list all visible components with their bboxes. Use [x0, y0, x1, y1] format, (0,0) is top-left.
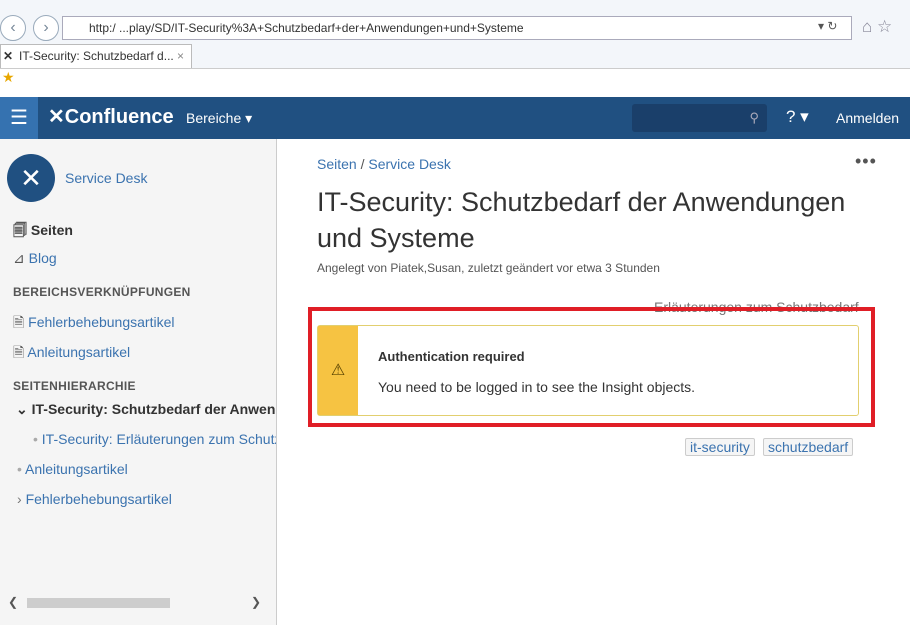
bullet-icon: •: [17, 461, 22, 477]
tree-heading: SEITENHIERARCHIE: [13, 379, 136, 393]
refresh-icon[interactable]: ▾ ↻: [818, 19, 837, 33]
tree-item[interactable]: • Anleitungsartikel: [17, 461, 128, 477]
tree-item-label: IT-Security: Schutzbedarf der Anwendunge…: [31, 401, 276, 417]
troubleshooting-icon: 🗎: [13, 314, 25, 330]
forward-button[interactable]: ›: [33, 15, 59, 41]
warning-icon: ⚠: [318, 326, 358, 415]
breadcrumb: Seiten / Service Desk: [317, 156, 451, 172]
tab-title: IT-Security: Schutzbedarf d...: [19, 49, 174, 63]
browser-chrome: ‹ › http:/ ...play/SD/IT-Security%3A+Sch…: [0, 0, 910, 97]
sidebar-item-blog[interactable]: ⊿ Blog: [13, 250, 57, 267]
search-icon: ⚲: [749, 110, 759, 125]
horizontal-scrollbar[interactable]: ❮ ❯: [5, 595, 265, 610]
main-content: Seiten / Service Desk ••• IT-Security: S…: [277, 139, 910, 625]
sidebar-item-label: Seiten: [30, 222, 73, 238]
howto-icon: 🗎: [13, 344, 25, 360]
sidebar: ✕ Service Desk 🗐 Seiten ⊿ Blog BEREICHSV…: [0, 139, 277, 625]
chevron-right-icon: ›: [17, 491, 22, 507]
more-actions-icon[interactable]: •••: [855, 151, 877, 172]
menu-icon[interactable]: ☰: [0, 97, 38, 139]
pages-icon: 🗐: [13, 222, 27, 238]
tab-close-icon[interactable]: ×: [177, 45, 184, 67]
sidebar-item-pages[interactable]: 🗐 Seiten: [13, 220, 73, 244]
tree-item-label: Anleitungsartikel: [25, 461, 128, 477]
breadcrumb-item[interactable]: Service Desk: [368, 156, 450, 172]
favorites-star-icon[interactable]: ★: [0, 69, 15, 85]
tree-item[interactable]: • IT-Security: Erläuterungen zum Schutzb…: [33, 431, 276, 447]
top-navigation: ☰ ✕Confluence Bereiche ▾ ⚲ ? ▾ Anmelden: [0, 97, 910, 139]
logo-icon: ✕: [48, 106, 65, 128]
label-tag[interactable]: schutzbedarf: [763, 438, 854, 456]
chevron-down-icon: ⌄: [16, 401, 28, 417]
confluence-favicon-icon: ✕: [3, 49, 14, 63]
message-title: Authentication required: [378, 349, 525, 364]
logo-text: Confluence: [64, 106, 174, 128]
favorites-bar: ★: [0, 68, 910, 97]
sidebar-link[interactable]: 🗎 Anleitungsartikel: [13, 342, 130, 366]
space-avatar[interactable]: ✕: [7, 154, 55, 202]
label-tag[interactable]: it-security: [685, 438, 755, 456]
home-icon[interactable]: ⌂ ☆: [862, 17, 892, 37]
back-button[interactable]: ‹: [0, 15, 26, 41]
message-text: You need to be logged in to see the Insi…: [378, 379, 696, 395]
page-metadata: Angelegt von Piatek,Susan, zuletzt geänd…: [317, 261, 660, 275]
spaces-menu[interactable]: Bereiche ▾: [186, 110, 252, 127]
help-menu[interactable]: ? ▾: [786, 107, 809, 127]
scroll-left-icon[interactable]: ❮: [8, 595, 18, 609]
link-label: Anleitungsartikel: [27, 344, 131, 360]
scrollbar-thumb[interactable]: [27, 598, 170, 608]
confluence-logo[interactable]: ✕Confluence: [48, 105, 174, 129]
tree-item-label: Fehlerbehebungsartikel: [25, 491, 172, 507]
scroll-right-icon[interactable]: ❯: [251, 595, 261, 609]
sidebar-item-label: Blog: [28, 250, 57, 266]
bullet-icon: •: [33, 431, 38, 447]
space-name-link[interactable]: Service Desk: [65, 170, 147, 186]
tree-item[interactable]: ⌄ IT-Security: Schutzbedarf der Anwendun…: [16, 401, 276, 418]
breadcrumb-item[interactable]: Seiten: [317, 156, 357, 172]
login-link[interactable]: Anmelden: [836, 110, 899, 126]
browser-tab[interactable]: ✕ IT-Security: Schutzbedarf d... ×: [0, 44, 192, 68]
link-label: Fehlerbehebungsartikel: [28, 314, 175, 330]
sidebar-link[interactable]: 🗎 Fehlerbehebungsartikel: [13, 312, 174, 336]
warning-message: ⚠ Authentication required You need to be…: [317, 325, 859, 416]
tree-item[interactable]: › Fehlerbehebungsartikel: [17, 491, 172, 507]
tree-item-label: IT-Security: Erläuterungen zum Schutzbed…: [41, 431, 276, 447]
address-bar[interactable]: http:/ ...play/SD/IT-Security%3A+Schutzb…: [62, 16, 852, 40]
rss-icon: ⊿: [13, 250, 25, 266]
links-heading: BEREICHSVERKNÜPFUNGEN: [13, 285, 191, 299]
page-title: IT-Security: Schutzbedarf der Anwendunge…: [317, 187, 846, 253]
search-input[interactable]: ⚲: [632, 104, 767, 132]
